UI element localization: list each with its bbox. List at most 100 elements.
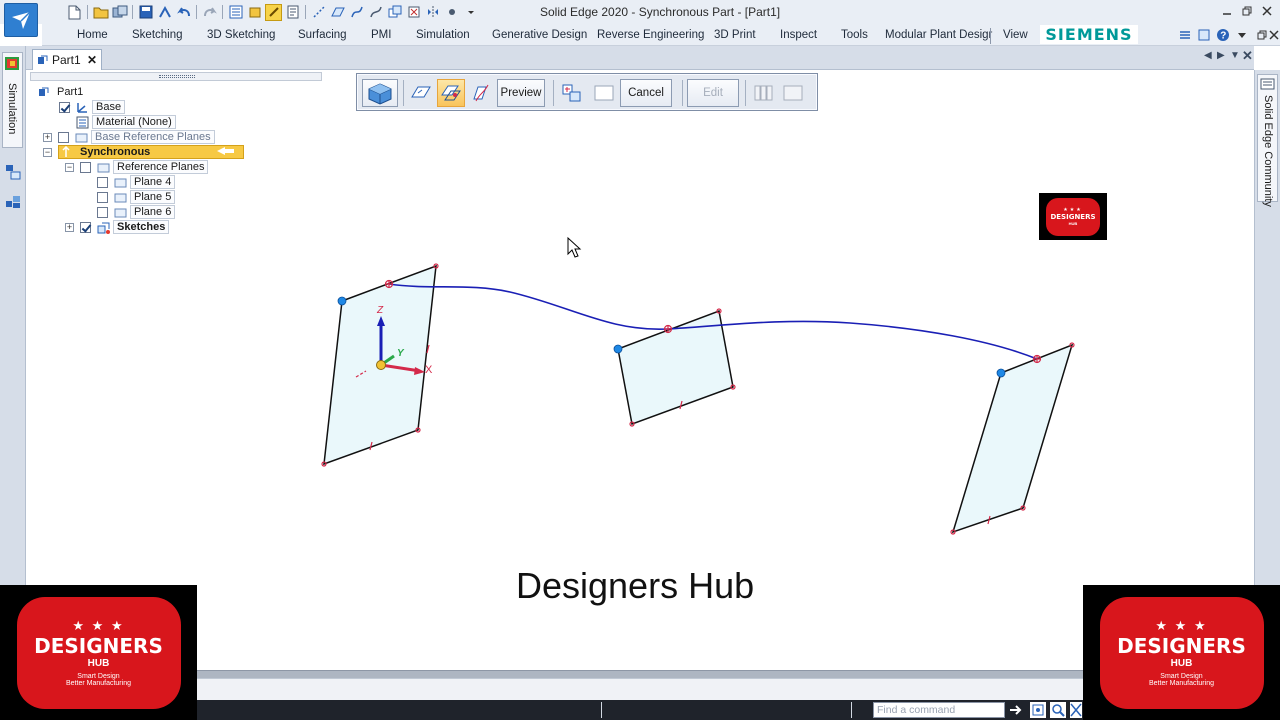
save-all-icon[interactable] — [156, 4, 173, 21]
pathfinder-resize-grip[interactable] — [30, 72, 322, 81]
tree-node-plane-4[interactable]: Plane 4 — [97, 175, 176, 189]
properties-icon[interactable] — [227, 4, 244, 21]
logo-tagline-2: Better Manufacturing — [66, 680, 131, 687]
redo-icon[interactable] — [201, 4, 218, 21]
tab-sketching[interactable]: Sketching — [132, 29, 183, 41]
command-separator — [682, 80, 683, 106]
zoom-area-icon[interactable] — [1030, 702, 1046, 718]
fit-icon[interactable] — [1070, 702, 1082, 718]
tab-3d-print[interactable]: 3D Print — [714, 29, 756, 41]
plane-tool-icon[interactable] — [329, 4, 346, 21]
edit-button[interactable]: Edit — [687, 79, 739, 107]
close-all-tabs-icon[interactable]: ✕ — [1242, 48, 1253, 64]
save-icon[interactable] — [137, 4, 154, 21]
visibility-checkbox[interactable] — [80, 161, 91, 173]
doc-close-icon[interactable] — [1266, 27, 1280, 43]
sketch-highlight-icon[interactable] — [265, 3, 282, 21]
cancel-button[interactable]: Cancel — [620, 79, 672, 107]
tree-node-part1[interactable]: Part1 — [36, 85, 87, 99]
multi-plane-button[interactable] — [749, 79, 777, 107]
library-tab-icon[interactable] — [4, 193, 22, 211]
restore-icon[interactable] — [1238, 2, 1256, 20]
right-tab-rail: Solid Edge Community — [1254, 70, 1280, 586]
application-button[interactable] — [4, 3, 38, 37]
plane-settings-button[interactable] — [779, 79, 807, 107]
command-bar: Preview Cancel Edit — [356, 73, 818, 111]
line-tool-icon[interactable] — [310, 4, 327, 21]
expand-icon[interactable]: + — [65, 222, 74, 232]
tab-scroll-left-icon[interactable]: ◀ — [1204, 50, 1212, 61]
tab-pmi[interactable]: PMI — [371, 29, 391, 41]
visibility-checkbox[interactable] — [97, 206, 108, 218]
help-icon[interactable]: ? — [1215, 27, 1231, 43]
tree-label: Material (None) — [92, 115, 176, 129]
tab-home[interactable]: Home — [77, 29, 108, 41]
tree-node-material[interactable]: Material (None) — [75, 115, 176, 129]
window-arrange-icon[interactable] — [1196, 27, 1212, 43]
pathfinder-tab-icon[interactable] — [4, 163, 22, 181]
tab-3d-sketching[interactable]: 3D Sketching — [207, 29, 275, 41]
parallel-plane-button[interactable] — [437, 79, 465, 107]
close-window-icon[interactable] — [1258, 2, 1276, 20]
coincident-plane-button[interactable] — [407, 79, 435, 107]
undo-icon[interactable] — [175, 4, 192, 21]
run-command-icon[interactable] — [1008, 702, 1024, 718]
tree-node-base[interactable]: Base — [59, 100, 126, 114]
mirror-icon[interactable] — [424, 4, 441, 21]
tree-node-sketches[interactable]: + Sketches — [65, 220, 170, 234]
logo-subtitle: HUB — [1170, 657, 1193, 669]
collapse-icon[interactable]: − — [43, 147, 52, 157]
visibility-checkbox[interactable] — [97, 191, 108, 203]
open-assembly-icon[interactable] — [111, 4, 128, 21]
simulation-tab-label: Simulation — [6, 83, 18, 135]
collapse-icon[interactable]: − — [65, 162, 74, 172]
normal-to-curve-button[interactable] — [467, 79, 495, 107]
material-icon[interactable] — [246, 4, 263, 21]
delete-icon[interactable] — [405, 4, 422, 21]
tree-node-plane-5[interactable]: Plane 5 — [97, 190, 176, 204]
add-to-pathfinder-button[interactable] — [558, 79, 586, 107]
curve-tool-icon[interactable] — [348, 4, 365, 21]
tab-scroll-right-icon[interactable]: ▶ — [1217, 50, 1225, 61]
tree-node-synchronous[interactable]: − Synchronous — [43, 145, 244, 159]
open-folder-icon[interactable] — [92, 4, 109, 21]
document-tab-part1[interactable]: Part1 ✕ — [32, 49, 102, 70]
notes-icon[interactable] — [284, 4, 301, 21]
layout-options-icon[interactable] — [1177, 27, 1193, 43]
customize-qat-icon[interactable] — [462, 4, 479, 21]
find-command-input[interactable]: Find a command — [873, 702, 1005, 718]
title-bar: Solid Edge 2020 - Synchronous Part - [Pa… — [0, 0, 1280, 24]
tab-view[interactable]: View — [1003, 29, 1028, 41]
ribbon-dropdown-icon[interactable] — [1234, 27, 1250, 43]
zoom-icon[interactable] — [1050, 702, 1066, 718]
horizontal-scrollbar[interactable] — [197, 670, 1083, 678]
tab-surfacing[interactable]: Surfacing — [298, 29, 347, 41]
tab-tools[interactable]: Tools — [841, 29, 868, 41]
tree-node-base-reference-planes[interactable]: + Base Reference Planes — [43, 130, 215, 144]
visibility-checkbox[interactable] — [80, 221, 91, 233]
keypoint-curve-icon[interactable] — [367, 4, 384, 21]
tab-inspect[interactable]: Inspect — [780, 29, 817, 41]
tree-node-reference-planes[interactable]: − Reference Planes — [65, 160, 209, 174]
copy-icon[interactable] — [386, 4, 403, 21]
sketch-plane-3[interactable] — [951, 343, 1074, 534]
tab-simulation[interactable]: Simulation — [416, 29, 470, 41]
select-step-button[interactable] — [362, 79, 398, 107]
preview-button[interactable]: Preview — [497, 79, 545, 107]
close-tab-icon[interactable]: ✕ — [87, 53, 97, 67]
community-side-tab[interactable]: Solid Edge Community — [1257, 74, 1278, 207]
tab-generative-design[interactable]: Generative Design — [492, 29, 587, 41]
minimize-icon[interactable] — [1218, 2, 1236, 20]
new-file-icon[interactable] — [66, 4, 83, 21]
finish-button[interactable] — [590, 79, 618, 107]
tab-modular-plant-design[interactable]: Modular Plant Desigr — [885, 29, 992, 41]
visibility-checkbox[interactable] — [58, 131, 69, 143]
tree-node-plane-6[interactable]: Plane 6 — [97, 205, 176, 219]
visibility-checkbox[interactable] — [97, 176, 108, 188]
tab-reverse-engineering[interactable]: Reverse Engineering — [597, 29, 704, 41]
tab-list-dropdown-icon[interactable]: ▼ — [1230, 50, 1240, 61]
visibility-checkbox[interactable] — [59, 101, 70, 113]
expand-icon[interactable]: + — [43, 132, 52, 142]
simulation-side-tab[interactable]: Simulation — [2, 52, 23, 148]
record-icon[interactable] — [443, 4, 460, 21]
